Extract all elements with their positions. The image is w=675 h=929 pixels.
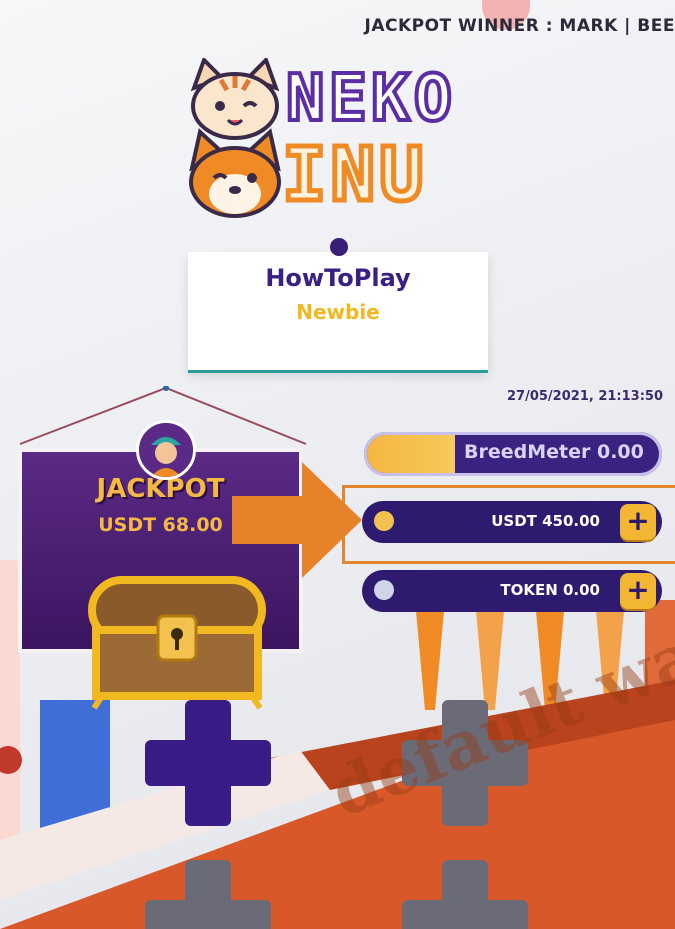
logo-word-neko: NEKO — [284, 60, 457, 138]
logo-word-inu: INU — [280, 130, 428, 221]
add-usdt-button[interactable]: + — [620, 504, 656, 540]
breed-meter: BreedMeter 0.00 — [364, 432, 662, 476]
game-scene: JACKPOT WINNER : MARK | BEE NEKO INU How… — [0, 0, 675, 929]
grey-plus-icon-bottom-left — [145, 860, 271, 929]
newbie-label[interactable]: Newbie — [188, 300, 488, 324]
how-to-play-title[interactable]: HowToPlay — [188, 264, 488, 292]
usdt-coin-icon — [374, 511, 394, 531]
user-avatar-icon — [139, 423, 193, 477]
usdt-balance-bar: USDT 450.00 + — [362, 501, 662, 543]
add-token-button[interactable]: + — [620, 573, 656, 609]
token-balance-bar: TOKEN 0.00 + — [362, 570, 662, 612]
jackpot-winner-ticker: JACKPOT WINNER : MARK | BEE — [364, 16, 675, 36]
breed-meter-label: BreedMeter 0.00 — [464, 441, 644, 463]
purple-plus-icon — [145, 700, 271, 826]
breed-meter-fill — [367, 435, 455, 473]
token-coin-icon — [374, 580, 394, 600]
how-to-play-card[interactable]: HowToPlay Newbie — [188, 238, 488, 370]
token-balance-amount: TOKEN 0.00 — [500, 581, 600, 599]
datetime-label: 27/05/2021, 21:13:50 — [507, 389, 663, 404]
treasure-chest-icon[interactable] — [82, 560, 272, 710]
avatar — [136, 420, 196, 480]
pin-icon — [330, 238, 348, 256]
corgi-logo-icon — [189, 128, 281, 218]
usdt-balance-amount: USDT 450.00 — [491, 512, 600, 530]
grey-plus-icon-bottom-right — [402, 860, 528, 929]
